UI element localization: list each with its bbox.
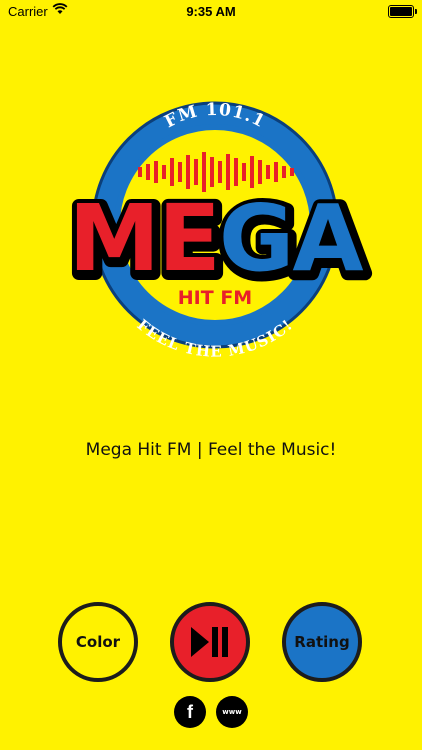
rating-button-label: Rating [294, 633, 350, 651]
play-pause-button[interactable] [170, 602, 250, 682]
battery-icon [388, 5, 417, 18]
website-icon: www [222, 708, 242, 716]
facebook-icon: f [187, 701, 193, 722]
logo-brand: MEGA [68, 185, 363, 292]
facebook-button[interactable]: f [174, 696, 206, 728]
color-button[interactable]: Color [58, 602, 138, 682]
logo-subbrand: HIT FM [178, 287, 252, 309]
status-bar: Carrier 9:35 AM [0, 0, 422, 22]
website-button[interactable]: www [216, 696, 248, 728]
station-tagline: Mega Hit FM | Feel the Music! [85, 440, 337, 460]
rating-button[interactable]: Rating [282, 602, 362, 682]
clock: 9:35 AM [186, 4, 236, 19]
play-pause-icon [191, 627, 228, 657]
station-logo: FM 101.1 FEEL THE MUSIC! MEGA MEGA HIT F… [63, 100, 374, 360]
color-button-label: Color [75, 633, 121, 651]
